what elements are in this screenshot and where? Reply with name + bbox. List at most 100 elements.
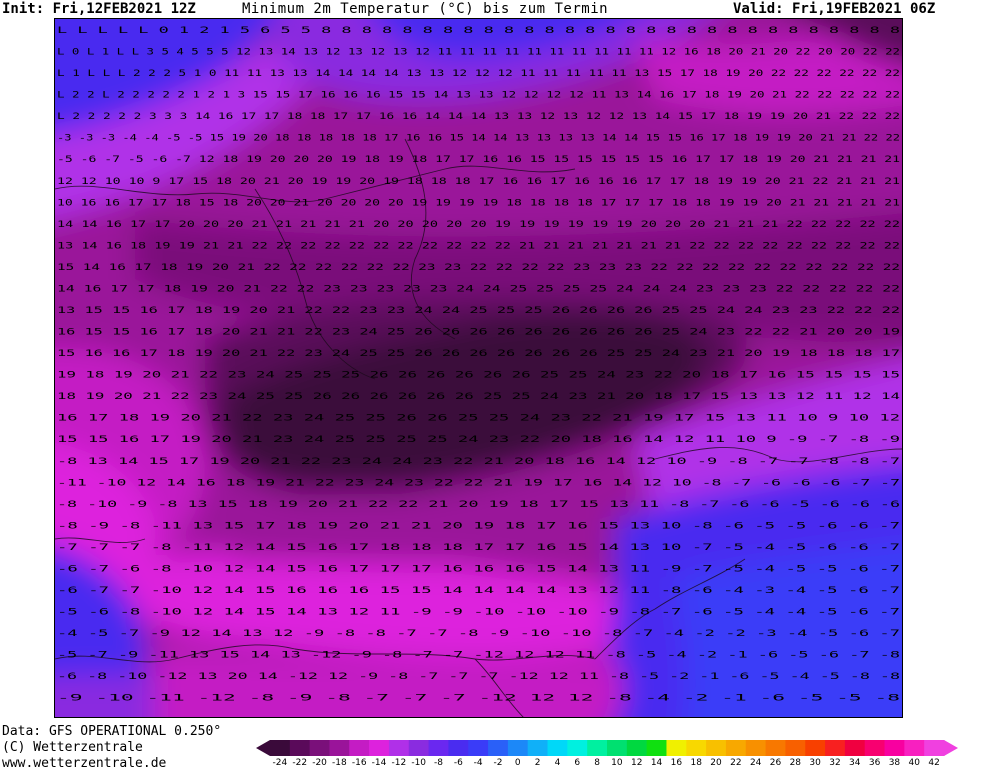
legend-swatch — [626, 740, 648, 756]
legend-swatch — [825, 740, 846, 756]
value-row: L 0 L 1 L L 3 5 4 5 5 5 12 13 14 13 12 1… — [57, 48, 900, 58]
legend-tick-labels: -24 -22 -20 -18 -16 -14 -12 -10 -8 -6 -4 -2 0 2 4 6 8 10 1… — [256, 758, 956, 770]
map-title: Minimum 2m Temperatur (°C) bis zum Termi… — [242, 1, 609, 17]
legend-tick-label: 16 — [670, 758, 683, 768]
legend-swatch — [745, 740, 767, 756]
legend-tick-label: 20 — [710, 758, 722, 768]
value-row: 15 14 16 17 18 19 20 21 22 22 22 22 22 2… — [57, 263, 900, 273]
value-row: -3 -3 -3 -4 -4 -5 -5 15 19 20 18 18 18 1… — [57, 134, 900, 144]
legend-tick-label: 34 — [849, 758, 861, 768]
legend-swatch — [547, 740, 568, 756]
legend-swatch — [448, 740, 469, 756]
legend-tick-label: 2 — [534, 758, 541, 768]
legend-arrow-warm — [944, 740, 958, 756]
value-row: -5 -7 -9 -11 13 15 14 13 -12 -9 -8 -7 -7… — [57, 651, 900, 661]
value-row: 15 15 16 17 19 20 21 23 24 25 25 25 25 2… — [57, 435, 900, 445]
legend-tick-label: 0 — [514, 758, 521, 768]
legend-swatch — [468, 740, 489, 756]
legend-swatch — [844, 740, 866, 756]
legend-swatch — [369, 740, 390, 756]
legend-swatch — [666, 740, 687, 756]
copyright-label: (C) Wetterzentrale — [2, 740, 143, 755]
legend-tick-label: 28 — [789, 758, 802, 768]
legend-tick-label: -22 — [292, 758, 308, 768]
value-row: 10 16 16 17 17 18 15 18 20 20 21 20 20 2… — [57, 198, 900, 208]
legend-swatch — [706, 740, 727, 756]
legend-swatch — [488, 740, 509, 756]
color-legend: -24 -22 -20 -18 -16 -14 -12 -10 -8 -6 -4 -2 0 2 4 6 8 10 1… — [256, 740, 958, 768]
legend-swatch — [924, 740, 945, 756]
value-row: L 2 2 L 2 2 2 2 2 1 2 1 3 15 15 17 16 16… — [57, 91, 900, 101]
value-row: -6 -7 -7 -10 12 14 15 16 16 16 15 15 14 … — [57, 586, 900, 596]
value-row: -8 13 14 15 17 19 20 21 22 23 24 24 23 2… — [57, 457, 900, 467]
value-row: L 2 2 2 2 2 3 3 3 14 16 17 17 18 18 17 1… — [57, 112, 900, 122]
legend-tick-label: 18 — [690, 758, 702, 768]
legend-arrow-cold — [256, 740, 270, 756]
legend-tick-label: -18 — [332, 758, 347, 768]
legend-swatch — [567, 740, 588, 756]
value-row: 14 14 16 17 17 20 20 20 21 21 21 21 21 2… — [57, 220, 900, 230]
legend-tick-label: -6 — [453, 758, 463, 768]
legend-colorbar — [256, 740, 958, 756]
value-row: 18 19 20 21 22 23 24 25 25 26 26 26 26 2… — [57, 392, 900, 402]
legend-tick-label: -10 — [411, 758, 427, 768]
data-source-label: Data: GFS OPERATIONAL 0.250° — [2, 724, 222, 739]
value-row: 15 16 16 17 18 19 20 21 22 23 24 25 25 2… — [57, 349, 900, 359]
legend-tick-label: -8 — [434, 758, 443, 768]
legend-tick-label: 38 — [888, 758, 901, 768]
legend-swatch — [884, 740, 905, 756]
init-time-label: Init: Fri,12FEB2021 12Z — [2, 1, 196, 17]
legend-tick-label: -2 — [493, 758, 503, 768]
legend-tick-label: 36 — [868, 758, 881, 768]
legend-swatch — [587, 740, 608, 756]
legend-tick-label: -4 — [473, 758, 483, 768]
legend-tick-label: 40 — [908, 758, 920, 768]
value-row: L L L L L 0 1 2 1 5 6 5 5 8 8 8 8 8 8 8 … — [57, 26, 900, 36]
legend-tick-label: 10 — [611, 758, 623, 768]
value-row: -6 -7 -6 -8 -10 12 14 15 16 17 17 17 16 … — [57, 564, 900, 574]
legend-swatch — [646, 740, 667, 756]
legend-swatch — [686, 740, 707, 756]
legend-tick-label: 30 — [809, 758, 821, 768]
value-row: 13 14 16 18 19 19 21 21 22 22 22 22 22 2… — [57, 241, 900, 251]
legend-swatch — [904, 740, 925, 756]
legend-tick-label: -24 — [272, 758, 288, 768]
legend-swatch — [289, 740, 311, 756]
legend-tick-label: -16 — [351, 758, 367, 768]
legend-swatch — [349, 740, 370, 756]
value-row: 19 18 19 20 21 22 23 24 25 25 25 26 26 2… — [57, 371, 900, 381]
legend-swatch — [527, 740, 549, 756]
legend-swatch — [765, 740, 786, 756]
value-row: -5 -6 -7 -5 -6 -7 12 18 19 20 20 20 19 1… — [57, 155, 900, 165]
legend-swatch — [270, 740, 291, 756]
legend-tick-label: 24 — [749, 758, 762, 768]
value-row: -8 -9 -8 -11 13 15 17 18 19 20 21 21 20 … — [57, 521, 900, 531]
value-row: -6 -8 -10 -12 13 20 14 -12 12 -9 -8 -7 -… — [57, 672, 900, 682]
value-row: 14 16 17 17 18 19 20 21 22 22 23 23 23 2… — [57, 284, 900, 294]
value-row: -11 -10 12 14 16 18 19 21 22 23 24 23 22… — [57, 478, 900, 488]
legend-tick-label: 32 — [829, 758, 841, 768]
legend-swatch — [428, 740, 449, 756]
value-row: -5 -6 -8 -10 12 14 15 14 13 12 11 -9 -9 … — [57, 608, 900, 618]
legend-swatch — [309, 740, 330, 756]
legend-swatch — [607, 740, 628, 756]
valid-time-label: Valid: Fri,19FEB2021 06Z — [733, 1, 936, 17]
value-row: -7 -7 -7 -8 -11 12 14 15 16 17 18 18 18 … — [57, 543, 900, 553]
legend-swatch — [805, 740, 826, 756]
legend-tick-label: 42 — [928, 758, 940, 768]
legend-tick-label: -12 — [391, 758, 407, 768]
legend-swatch — [507, 740, 529, 756]
legend-swatch — [864, 740, 886, 756]
value-row: 16 15 15 16 17 18 20 21 21 22 23 24 25 2… — [57, 328, 900, 338]
legend-tick-label: -20 — [312, 758, 327, 768]
legend-swatch — [408, 740, 430, 756]
legend-swatch — [725, 740, 747, 756]
legend-tick-label: 4 — [554, 758, 561, 768]
legend-tick-label: -14 — [371, 758, 387, 768]
temperature-map: L L L L L 0 1 2 1 5 6 5 5 8 8 8 8 8 8 8 … — [54, 18, 903, 718]
legend-tick-label: 26 — [769, 758, 782, 768]
legend-swatch — [785, 740, 806, 756]
legend-tick-label: 6 — [574, 758, 581, 768]
legend-tick-label: 8 — [594, 758, 600, 768]
value-row: -9 -10 -11 -12 -8 -9 -8 -7 -7 -7 -12 12 … — [57, 694, 900, 704]
